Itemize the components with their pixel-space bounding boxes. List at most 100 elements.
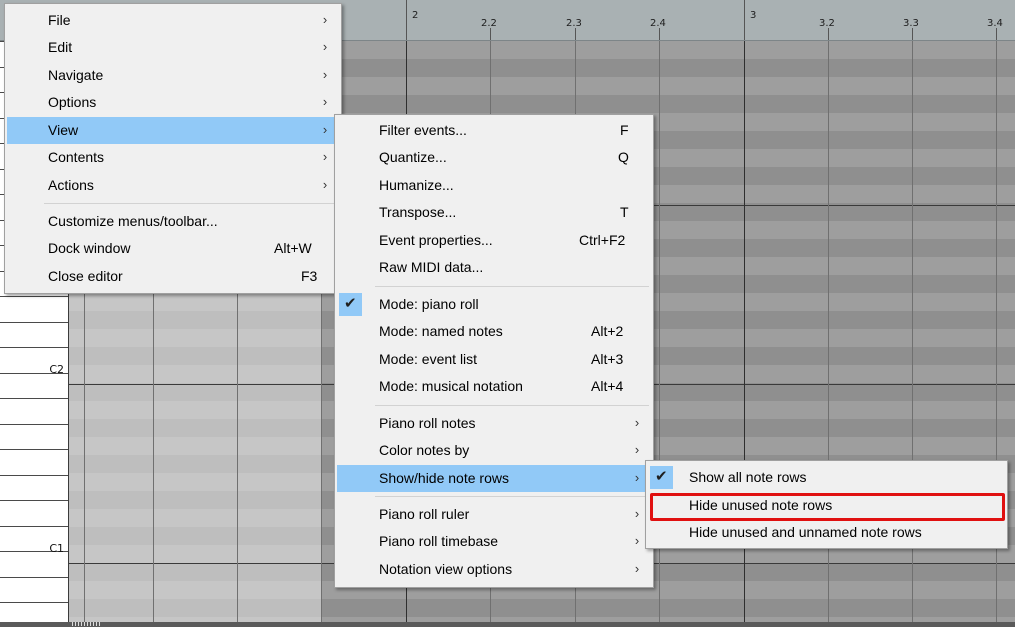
- menu-item-label: Contents: [48, 149, 105, 165]
- piano-key-divider: [0, 475, 68, 476]
- ruler-label: 3: [750, 10, 757, 21]
- piano-key-divider: [0, 398, 68, 399]
- chevron-right-icon: ›: [322, 12, 328, 27]
- piano-key-label: C1: [49, 542, 64, 555]
- menu-item-piano-roll-notes[interactable]: Piano roll notes ›: [337, 410, 651, 437]
- chevron-right-icon: ›: [322, 177, 328, 192]
- ruler-minor-tick: [828, 28, 829, 40]
- ruler-major-tick: [406, 0, 407, 40]
- menu-item-show-hide-note-rows[interactable]: Show/hide note rows ›: [337, 465, 651, 492]
- menu-separator: [44, 203, 337, 204]
- menu-item-label: Event properties...: [379, 232, 493, 248]
- menu-item-humanize[interactable]: Humanize...: [337, 172, 651, 199]
- piano-key-divider: [0, 449, 68, 450]
- chevron-right-icon: ›: [634, 506, 640, 521]
- menu-item-mode-named-notes[interactable]: Mode: named notes Alt+2: [337, 318, 651, 345]
- menu-item-label: Notation view options: [379, 561, 513, 577]
- ruler-minor-tick: [659, 28, 660, 40]
- chevron-right-icon: ›: [634, 561, 640, 576]
- menu-item-mode-piano-roll[interactable]: ✔ Mode: piano roll: [337, 291, 651, 318]
- bottom-scrollbar[interactable]: [0, 622, 1015, 627]
- context-menu: File › Edit › Navigate › Options › View …: [4, 3, 342, 294]
- menu-item-filter-events[interactable]: Filter events... F: [337, 117, 651, 144]
- piano-key-divider: [0, 424, 68, 425]
- menu-shortcut: Alt+3: [591, 351, 624, 367]
- piano-key-divider: [0, 296, 68, 297]
- menu-separator: [375, 405, 649, 406]
- menu-item-label: View: [48, 122, 79, 138]
- menu-shortcut: F3: [301, 268, 318, 284]
- menu-item-edit[interactable]: Edit ›: [7, 34, 339, 61]
- menu-item-label: Options: [48, 94, 97, 110]
- menu-item-color-notes-by[interactable]: Color notes by ›: [337, 437, 651, 464]
- piano-key-divider: [0, 347, 68, 348]
- chevron-right-icon: ›: [322, 67, 328, 82]
- menu-shortcut: Ctrl+F2: [579, 232, 626, 248]
- chevron-right-icon: ›: [322, 94, 328, 109]
- menu-item-hide-unused-unnamed-note-rows[interactable]: Hide unused and unnamed note rows: [648, 519, 1005, 546]
- menu-item-close-editor[interactable]: Close editor F3: [7, 263, 339, 290]
- piano-key-label: C2: [49, 363, 64, 376]
- menu-item-label: Humanize...: [379, 177, 454, 193]
- ruler-label: 2.3: [566, 18, 582, 29]
- checkmark-icon: ✔: [650, 466, 673, 489]
- view-submenu: Filter events... F Quantize... Q Humaniz…: [334, 114, 654, 588]
- menu-separator: [375, 286, 649, 287]
- menu-shortcut: Alt+4: [591, 378, 624, 394]
- piano-key-divider: [0, 602, 68, 603]
- piano-key-divider: [0, 500, 68, 501]
- menu-shortcut: T: [620, 204, 629, 220]
- menu-item-label: Customize menus/toolbar...: [48, 213, 218, 229]
- menu-item-raw-midi[interactable]: Raw MIDI data...: [337, 254, 651, 281]
- menu-item-mode-musical-notation[interactable]: Mode: musical notation Alt+4: [337, 373, 651, 400]
- menu-shortcut: Alt+W: [274, 240, 312, 256]
- menu-item-label: Mode: piano roll: [379, 296, 479, 312]
- piano-key-divider: [0, 526, 68, 527]
- ruler-label: 3.2: [819, 18, 835, 29]
- menu-item-label: Piano roll timebase: [379, 533, 499, 549]
- menu-item-contents[interactable]: Contents ›: [7, 144, 339, 171]
- piano-key-divider: [0, 322, 68, 323]
- menu-item-label: Dock window: [48, 240, 131, 256]
- ruler-label: 2: [412, 10, 419, 21]
- menu-item-piano-roll-ruler[interactable]: Piano roll ruler ›: [337, 501, 651, 528]
- menu-item-options[interactable]: Options ›: [7, 89, 339, 116]
- menu-separator: [375, 496, 649, 497]
- menu-item-label: Actions: [48, 177, 94, 193]
- menu-item-mode-event-list[interactable]: Mode: event list Alt+3: [337, 346, 651, 373]
- menu-item-dock-window[interactable]: Dock window Alt+W: [7, 235, 339, 262]
- menu-item-notation-view-options[interactable]: Notation view options ›: [337, 556, 651, 583]
- menu-item-show-all-note-rows[interactable]: ✔ Show all note rows: [648, 464, 1005, 491]
- ruler-major-tick: [744, 0, 745, 40]
- menu-item-quantize[interactable]: Quantize... Q: [337, 144, 651, 171]
- menu-item-transpose[interactable]: Transpose... T: [337, 199, 651, 226]
- chevron-right-icon: ›: [322, 39, 328, 54]
- menu-item-label: Mode: musical notation: [379, 378, 523, 394]
- menu-item-label: Edit: [48, 39, 73, 55]
- menu-shortcut: Alt+2: [591, 323, 624, 339]
- menu-item-label: Show all note rows: [689, 469, 807, 485]
- ruler-label: 2.2: [481, 18, 497, 29]
- checkmark-icon: ✔: [339, 293, 362, 316]
- menu-item-label: Show/hide note rows: [379, 470, 509, 486]
- menu-item-label: Transpose...: [379, 204, 457, 220]
- ruler-minor-tick: [490, 28, 491, 40]
- menu-item-label: Mode: named notes: [379, 323, 503, 339]
- menu-item-navigate[interactable]: Navigate ›: [7, 62, 339, 89]
- ruler-label: 3.3: [903, 18, 919, 29]
- menu-item-label: Quantize...: [379, 149, 447, 165]
- ruler-label: 2.4: [650, 18, 666, 29]
- ruler-minor-tick: [996, 28, 997, 40]
- menu-item-view[interactable]: View ›: [7, 117, 339, 144]
- menu-shortcut: F: [620, 122, 629, 138]
- menu-item-label: Color notes by: [379, 442, 470, 458]
- ruler-label: 3.4: [987, 18, 1003, 29]
- menu-item-piano-roll-timebase[interactable]: Piano roll timebase ›: [337, 528, 651, 555]
- resize-grip[interactable]: [72, 622, 100, 626]
- menu-item-file[interactable]: File ›: [7, 7, 339, 34]
- menu-item-actions[interactable]: Actions ›: [7, 172, 339, 199]
- menu-item-event-properties[interactable]: Event properties... Ctrl+F2: [337, 227, 651, 254]
- menu-item-customize[interactable]: Customize menus/toolbar...: [7, 208, 339, 235]
- chevron-right-icon: ›: [322, 149, 328, 164]
- menu-item-label: Piano roll ruler: [379, 506, 470, 522]
